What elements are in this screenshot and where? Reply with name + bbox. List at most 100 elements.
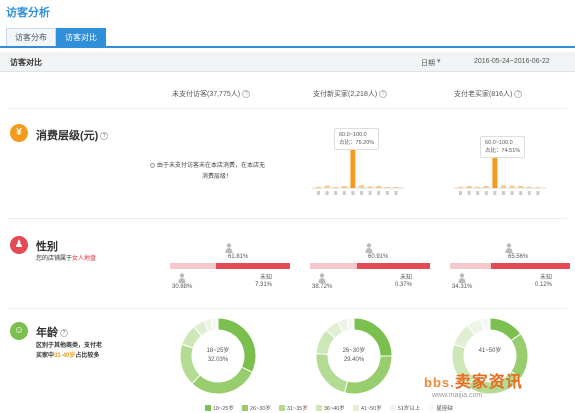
tick-label [360,191,363,195]
tick-label [527,191,531,195]
bar[interactable] [341,186,347,188]
legend-label: 18~25岁 [213,406,234,412]
help-icon[interactable]: ? [379,90,388,99]
bar[interactable] [458,186,463,188]
age-desc-line2: 买家中31-40岁占比较多 [36,353,100,359]
donut-center-range: 18~25岁 [206,348,230,354]
legend-item[interactable]: 41~50岁 [352,404,382,412]
divider [8,218,567,219]
watermark: bbs.卖家资讯 www.maijia.com [424,368,523,399]
legend-item[interactable]: 36~40岁 [315,404,345,412]
donut-center-pct: 29.40% [343,357,365,363]
legend-item[interactable]: 星座缺 [428,404,453,412]
help-icon[interactable]: ? [514,90,523,99]
legend-label: 26~30岁 [249,406,271,412]
female-person-icon [505,240,513,253]
watermark-url: www.maijia.com [432,392,483,399]
donut-center-range: 41~50岁 [478,348,502,354]
legend-item[interactable]: 31~35岁 [278,404,308,412]
bar[interactable] [333,187,339,188]
consumption-title: 消费层级(元)? [36,127,109,143]
gender-bar[interactable] [450,263,570,269]
unknown-label: 未知 [400,275,413,281]
bar[interactable] [535,187,541,188]
gender-bar[interactable] [170,263,290,269]
legend-item[interactable]: 51岁以上 [389,404,421,412]
consumption-note: 由于未支付访客未在本店消费，在本店无 消费层级！ [150,161,265,183]
bar[interactable] [466,186,472,188]
bar[interactable] [316,186,321,188]
legend-label: 51岁以上 [397,406,421,412]
help-icon[interactable]: ? [60,329,68,338]
consumption-title-text: 消费层级(元) [36,130,99,142]
column-header-new-buyers: 支付新买家(2,218人)? [313,89,388,99]
female-share-fill [491,263,570,269]
female-share-fill [356,263,430,269]
help-icon[interactable]: ? [100,132,109,141]
help-icon[interactable]: ? [242,90,251,99]
tick-label [536,191,540,195]
legend-swatch [278,405,285,411]
female-pct: 60.91% [368,254,389,260]
tick-label [368,191,372,195]
consumption-chart-new-buyers: 60.0~100.0 占比：75.20% [312,128,404,200]
date-range: 2016-05-24~2016-06-22 [474,58,550,65]
consumption-chart-old-buyers: 60.0~100.0 占比：74.51% [454,128,546,200]
male-pct: 30.88% [172,284,193,290]
section-title: 访客对比 [10,58,42,67]
male-person-icon [458,270,466,283]
male-person-icon [178,270,186,283]
unknown-label: 未知 [540,275,553,281]
legend-label: 36~40岁 [323,406,345,412]
legend-item[interactable]: 26~30岁 [241,404,271,412]
bar[interactable] [384,187,390,188]
age-desc: 区别于其他商类，支付老 买家中31-40岁占比较多 [36,341,102,361]
donut-center-label: 41~50岁 [452,347,528,356]
female-pct: 61.81% [228,254,249,260]
age-donut: 18~25岁 32.03% [179,317,257,395]
bar[interactable] [393,187,399,188]
bar[interactable] [367,186,373,188]
tick-label [351,191,355,195]
bar[interactable] [509,185,515,188]
bar[interactable] [475,186,481,188]
gender-desc: 您的店铺属于女人地盘 [36,256,97,262]
bar[interactable] [526,186,532,188]
tooltip-range: 60.0~100.0 [485,140,513,146]
tooltip-range: 60.0~100.0 [339,132,367,138]
bar[interactable] [501,185,506,188]
watermark-brand: bbs.卖家资讯 [424,374,523,391]
age-desc-line1: 区别于其他商类，支付老 [36,343,103,349]
bar[interactable] [324,185,330,188]
bar[interactable] [359,185,364,188]
age-title-text: 年龄 [36,327,58,339]
female-person-icon [225,240,233,253]
age-legend: 18~25岁 26~30岁 31~35岁 36~40岁 41~50岁 51岁以上 星座缺 [205,404,453,412]
visitor-analysis-page: 访客分析 访客分布 访客对比 访客对比 日期 ▾ 2016-05-24~2016… [0,0,575,413]
tick-label [325,191,329,195]
legend-item[interactable]: 18~25岁 [205,404,234,412]
legend-swatch [428,405,435,411]
tooltip-share: 占比：75.20% [339,140,375,146]
donut-center-label: 26~30岁 29.40% [316,347,392,365]
legend-swatch [352,405,359,411]
gender-bar[interactable] [310,263,430,269]
bar[interactable] [376,186,382,188]
bar[interactable] [350,148,356,188]
bar[interactable] [483,186,489,188]
tick-label [317,191,320,195]
tab-visitor-comparison[interactable]: 访客对比 [56,28,106,46]
column-header-label: 支付新买家(2,218人) [313,91,378,98]
chevron-down-icon[interactable]: ▾ [437,57,441,65]
legend-swatch [205,405,211,411]
tick-label [467,191,471,195]
bar[interactable] [518,186,524,188]
tab-visitor-distribution[interactable]: 访客分布 [6,28,56,46]
legend-label: 41~50岁 [360,406,382,412]
unknown-pct: 7.31% [255,282,273,288]
unknown-pct: 0.37% [395,282,413,288]
tick-label [459,191,462,195]
column-header-old-buyers: 支付老买家(816人)? [454,89,523,99]
date-selector[interactable]: 日期 [421,58,435,68]
donut-slice[interactable] [191,366,254,395]
